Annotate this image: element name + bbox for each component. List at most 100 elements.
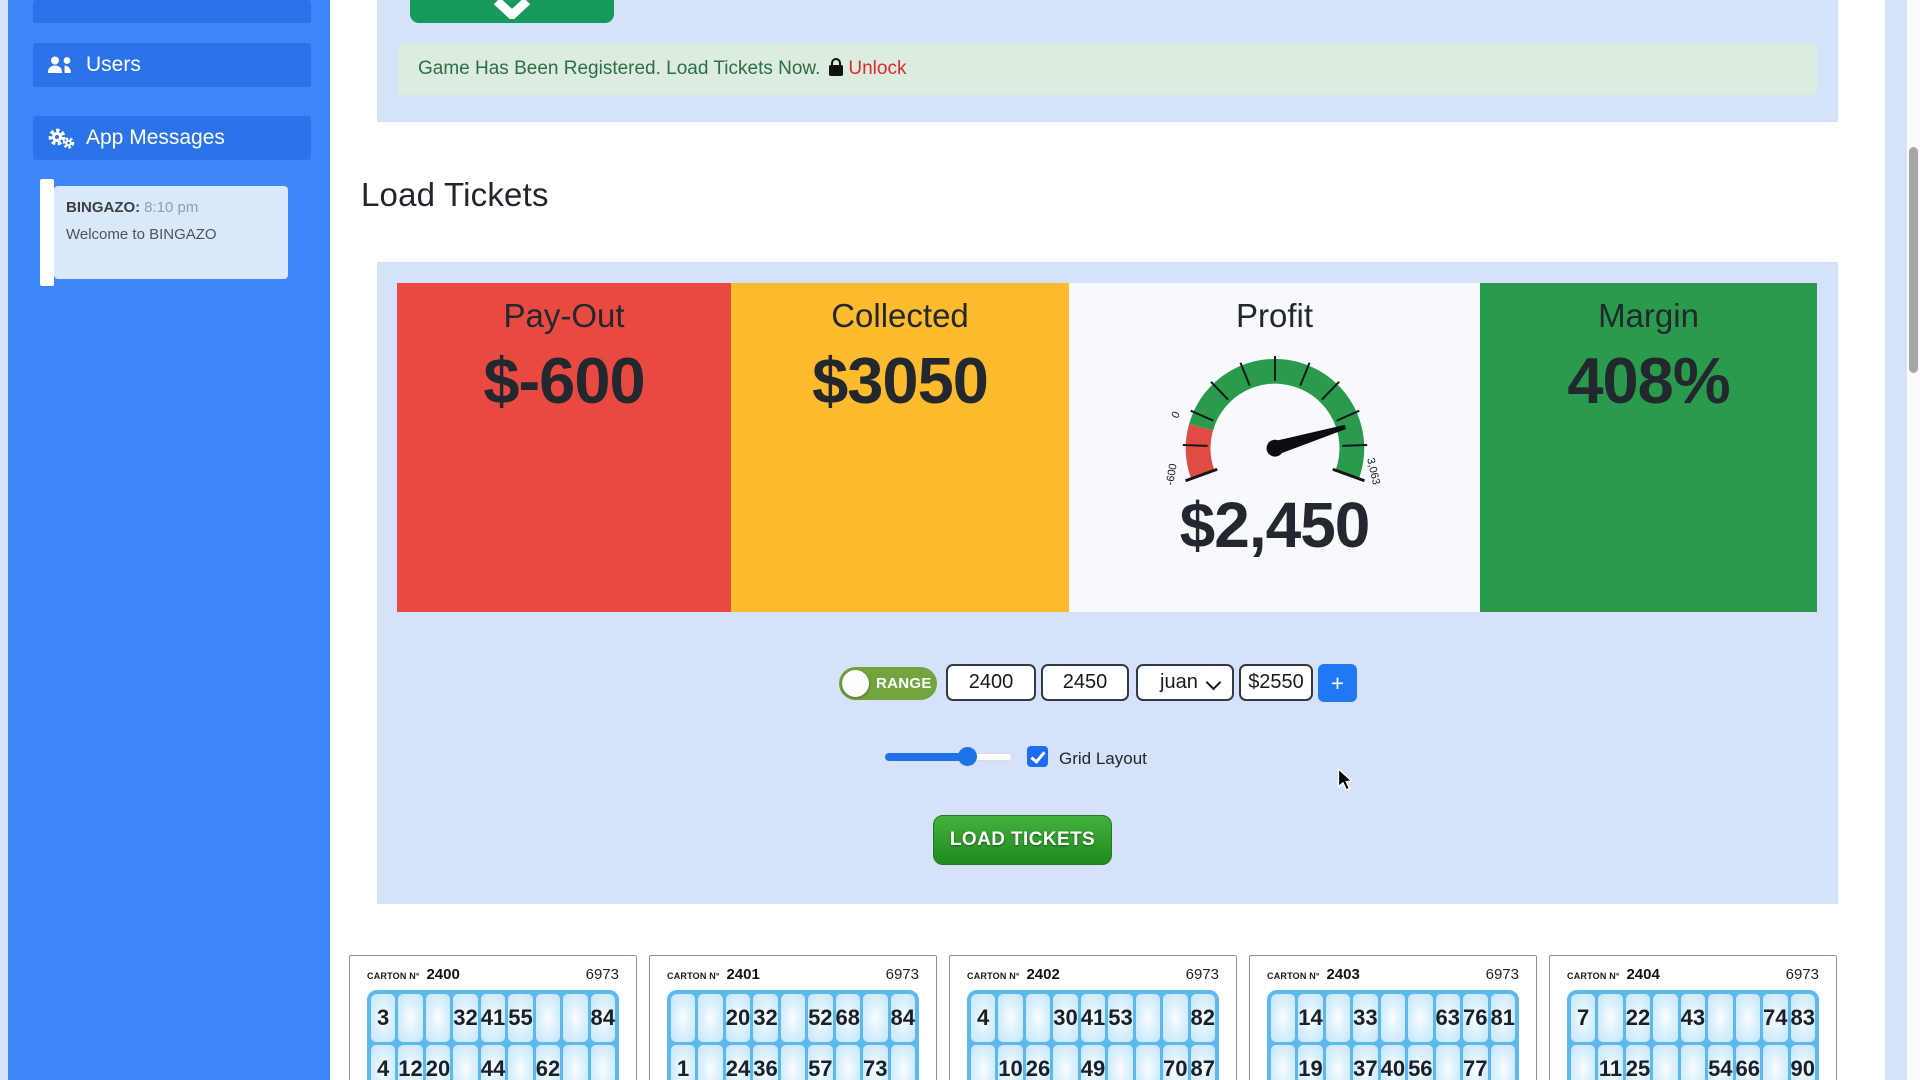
ticket-number: 2401 (726, 966, 759, 983)
ticket-cell (781, 1045, 805, 1080)
ticket-serial: 6973 (586, 966, 619, 983)
stat-label: Pay-Out (397, 297, 731, 335)
sidebar-item-partial[interactable] (33, 0, 311, 23)
gauge-segment-positive (1189, 359, 1364, 479)
add-range-button[interactable]: + (1318, 664, 1357, 702)
page-title: Load Tickets (361, 176, 549, 214)
ticket-cell: 49 (1081, 1045, 1105, 1080)
ticket-cell (836, 1045, 860, 1080)
ticket-grid: 7224374831125546690 (1567, 990, 1819, 1080)
ticket-cell: 32 (753, 994, 777, 1042)
bingo-ticket[interactable]: CARTON N° 2400 6973 332415584412204462 (349, 955, 637, 1080)
gauge-zero-label: 0 (1169, 410, 1182, 421)
seller-select[interactable]: juan (1136, 664, 1234, 701)
ticket-cell (1136, 1045, 1160, 1080)
ticket-cell: 44 (481, 1045, 505, 1080)
ticket-cell: 73 (863, 1045, 887, 1080)
ticket-serial: 6973 (1486, 966, 1519, 983)
stat-value: $3050 (731, 343, 1069, 418)
ticket-label: CARTON N° (1567, 971, 1622, 981)
ticket-cell: 54 (1708, 1045, 1732, 1080)
stat-label: Collected (731, 297, 1069, 335)
sidebar-item-app-messages[interactable]: App Messages (33, 116, 311, 160)
ticket-serial: 6973 (1186, 966, 1219, 983)
top-panel: Game Has Been Registered. Load Tickets N… (377, 0, 1838, 122)
ticket-grid: 2032526884124365773 (667, 990, 919, 1080)
ticket-cell (508, 1045, 532, 1080)
message-header: BINGAZO:8:10 pm (66, 199, 276, 216)
lock-icon (829, 65, 843, 76)
bingo-ticket[interactable]: CARTON N° 2404 6973 7224374831125546690 (1549, 955, 1837, 1080)
message-time: 8:10 pm (144, 199, 198, 216)
grid-layout-checkbox[interactable] (1027, 746, 1048, 767)
ticket-cell: 62 (536, 1045, 560, 1080)
ticket-cell: 74 (1763, 994, 1787, 1042)
ticket-cell (1326, 1045, 1350, 1080)
scrollbar-thumb[interactable] (1909, 147, 1918, 373)
ticket-cell (863, 994, 887, 1042)
bingo-ticket[interactable]: CARTON N° 2403 6973 14336376811937405677 (1249, 955, 1537, 1080)
ticket-cell (1271, 1045, 1295, 1080)
ticket-from-input[interactable] (946, 664, 1036, 701)
ticket-cell: 84 (891, 994, 915, 1042)
ticket-cell (1381, 994, 1405, 1042)
amount-input[interactable] (1239, 664, 1313, 701)
sidebar-item-label: Users (86, 53, 141, 77)
ticket-cell: 20 (426, 1045, 450, 1080)
gauge-min-label: -600 (1164, 463, 1180, 487)
stat-margin: Margin 408% (1480, 283, 1817, 612)
ticket-cell (1571, 1045, 1595, 1080)
tickets-row: CARTON N° 2400 6973 332415584412204462 C… (349, 955, 1837, 1080)
ticket-cell (1136, 994, 1160, 1042)
ticket-cell: 19 (1298, 1045, 1322, 1080)
ticket-cell: 11 (1598, 1045, 1622, 1080)
users-icon (47, 53, 75, 77)
stat-label: Margin (1480, 297, 1817, 335)
ticket-cell (536, 994, 560, 1042)
page-left-margin (0, 0, 8, 1080)
profit-value: $2,450 (1069, 488, 1480, 562)
ticket-cell (698, 994, 722, 1042)
bingo-ticket[interactable]: CARTON N° 2401 6973 2032526884124365773 (649, 955, 937, 1080)
load-tickets-button[interactable]: LOAD TICKETS (933, 815, 1112, 865)
ticket-header: CARTON N° 2400 6973 (367, 966, 619, 984)
ticket-cell: 4 (971, 994, 995, 1042)
unlock-link[interactable]: Unlock (848, 58, 906, 80)
ticket-label: CARTON N° (967, 971, 1022, 981)
slider-thumb[interactable] (958, 747, 977, 766)
ticket-cell (398, 994, 422, 1042)
ticket-serial: 6973 (1786, 966, 1819, 983)
ticket-cell (1436, 1045, 1460, 1080)
ticket-cell: 36 (753, 1045, 777, 1080)
ticket-grid: 14336376811937405677 (1267, 990, 1519, 1080)
ticket-cell: 10 (998, 1045, 1022, 1080)
ticket-cell (1653, 994, 1677, 1042)
ticket-header: CARTON N° 2401 6973 (667, 966, 919, 984)
range-toggle[interactable]: RANGE (839, 667, 937, 700)
collapse-button[interactable] (410, 0, 614, 23)
ticket-cell (1108, 1045, 1132, 1080)
app-root: Users App Messages BINGAZO:8:10 pm Welco… (0, 0, 1920, 1080)
ticket-cell: 12 (398, 1045, 422, 1080)
ticket-cell: 41 (481, 994, 505, 1042)
ticket-cell: 30 (1053, 994, 1077, 1042)
stat-collected: Collected $3050 (731, 283, 1069, 612)
ticket-cell: 52 (808, 994, 832, 1042)
ticket-cell: 1 (671, 1045, 695, 1080)
ticket-cell: 32 (453, 994, 477, 1042)
seller-select-value: juan (1160, 671, 1198, 694)
size-slider[interactable] (885, 753, 1012, 761)
ticket-cell: 3 (371, 994, 395, 1042)
bingo-ticket[interactable]: CARTON N° 2402 6973 4304153821026497087 (949, 955, 1237, 1080)
stat-label: Profit (1069, 297, 1480, 335)
ticket-cell: 56 (1408, 1045, 1432, 1080)
page-right-margin (1885, 0, 1907, 1080)
ticket-label: CARTON N° (667, 971, 722, 981)
ticket-cell: 20 (726, 994, 750, 1042)
sidebar-item-users[interactable]: Users (33, 43, 311, 87)
stats-row: Pay-Out $-600 Collected $3050 Profit -60… (397, 283, 1817, 612)
message-sender: BINGAZO: (66, 199, 140, 216)
toggle-knob[interactable] (842, 670, 869, 697)
ticket-to-input[interactable] (1041, 664, 1129, 701)
ticket-cell: 63 (1436, 994, 1460, 1042)
